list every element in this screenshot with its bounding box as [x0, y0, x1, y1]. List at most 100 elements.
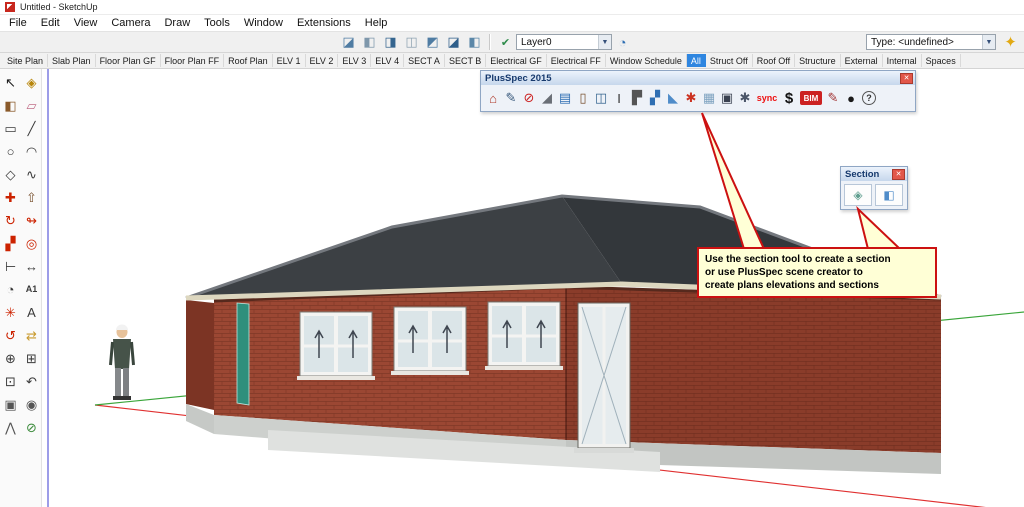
- walk-tool[interactable]: ⋀: [0, 416, 21, 439]
- house-model[interactable]: [185, 194, 942, 474]
- axes-tool[interactable]: ✳: [0, 301, 21, 324]
- circle-tool[interactable]: ○: [0, 140, 21, 163]
- zoom-extents-tool[interactable]: ⊡: [0, 370, 21, 393]
- layer-combo[interactable]: Layer0 ▼: [516, 34, 612, 50]
- scene-tab-spaces[interactable]: Spaces: [922, 54, 961, 67]
- scene-tab-struct-off[interactable]: Struct Off: [706, 54, 753, 67]
- zoom-tool[interactable]: ⊕: [0, 347, 21, 370]
- paint-bucket-tool[interactable]: ◧: [0, 94, 21, 117]
- plusspec-wall-tool-icon[interactable]: ▛: [628, 87, 646, 109]
- scene-tab-site-plan[interactable]: Site Plan: [3, 54, 49, 67]
- rectangle-tool[interactable]: ▭: [0, 117, 21, 140]
- menu-tools[interactable]: Tools: [197, 17, 237, 29]
- scene-tab-floor-plan-gf[interactable]: Floor Plan GF: [96, 54, 161, 67]
- section-plane-tool[interactable]: ⊘: [21, 416, 42, 439]
- plusspec-cost-dollar-icon[interactable]: $: [780, 87, 798, 109]
- plusspec-spec-document-icon[interactable]: ✎: [502, 87, 520, 109]
- zoom-window-tool[interactable]: ⊞: [21, 347, 42, 370]
- plusspec-structure-box-icon[interactable]: ▣: [718, 87, 736, 109]
- scene-tab-sect-b[interactable]: SECT B: [445, 54, 487, 67]
- menu-edit[interactable]: Edit: [34, 17, 67, 29]
- scene-tab-elv-2[interactable]: ELV 2: [306, 54, 339, 67]
- menu-file[interactable]: File: [2, 17, 34, 29]
- scene-tab-electrical-gf[interactable]: Electrical GF: [486, 54, 547, 67]
- line-tool[interactable]: ╱: [21, 117, 42, 140]
- plusspec-ramp-tool-icon[interactable]: ◣: [664, 87, 682, 109]
- menu-extensions[interactable]: Extensions: [290, 17, 358, 29]
- plusspec-annotate-pencil-icon[interactable]: ✎: [824, 87, 842, 109]
- position-camera-tool[interactable]: ▣: [0, 393, 21, 416]
- select-tool[interactable]: ↖: [0, 71, 21, 94]
- offset-tool[interactable]: ◎: [21, 232, 42, 255]
- scene-tab-structure[interactable]: Structure: [795, 54, 841, 67]
- look-around-tool[interactable]: ◉: [21, 393, 42, 416]
- freehand-tool[interactable]: ∿: [21, 163, 42, 186]
- plusspec-roof-tool-icon[interactable]: ◢: [538, 87, 556, 109]
- plusspec-grid-icon[interactable]: ▦: [700, 87, 718, 109]
- scene-tab-all[interactable]: All: [686, 54, 706, 67]
- make-component-tool[interactable]: ◈: [21, 71, 42, 94]
- scene-tab-roof-off[interactable]: Roof Off: [753, 54, 796, 67]
- section-plane-tool-icon[interactable]: ◈: [844, 184, 872, 206]
- 3d-text-tool[interactable]: A: [21, 301, 42, 324]
- dimension-tool[interactable]: ↔: [21, 255, 42, 278]
- plusspec-titlebar[interactable]: PlusSpec 2015 ✕: [481, 71, 915, 85]
- menu-help[interactable]: Help: [358, 17, 395, 29]
- chevron-down-icon[interactable]: ▼: [598, 35, 611, 49]
- section-display-toggle-icon[interactable]: ◧: [875, 184, 903, 206]
- close-icon[interactable]: ✕: [892, 168, 905, 180]
- standard-view-icon-7[interactable]: ◧: [464, 33, 485, 51]
- scene-tab-internal[interactable]: Internal: [883, 54, 922, 67]
- follow-me-tool[interactable]: ↬: [21, 209, 42, 232]
- menu-camera[interactable]: Camera: [104, 17, 157, 29]
- plusspec-estimate-truck-icon[interactable]: ⌂: [484, 87, 502, 109]
- plusspec-stairs-tool-icon[interactable]: ▞: [646, 87, 664, 109]
- scene-tab-external[interactable]: External: [841, 54, 883, 67]
- standard-view-icon-4[interactable]: ◫: [401, 33, 422, 51]
- dynamic-component-icon[interactable]: ✦: [1000, 33, 1021, 51]
- plusspec-window-tool-icon[interactable]: ◫: [592, 87, 610, 109]
- plusspec-render-sphere-icon[interactable]: ●: [842, 87, 860, 109]
- standard-view-icon-6[interactable]: ◪: [443, 33, 464, 51]
- protractor-tool[interactable]: ◔: [0, 278, 21, 301]
- scene-tab-elv-1[interactable]: ELV 1: [273, 54, 306, 67]
- scene-tab-slab-plan[interactable]: Slab Plan: [48, 54, 96, 67]
- plusspec-ledger-icon[interactable]: ▤: [556, 87, 574, 109]
- standard-view-icon-1[interactable]: ◪: [338, 33, 359, 51]
- plusspec-scene-creator-icon[interactable]: ✱: [682, 87, 700, 109]
- standard-view-icon-5[interactable]: ◩: [422, 33, 443, 51]
- plusspec-sync-label[interactable]: sync: [754, 87, 780, 109]
- layer-manager-icon[interactable]: ◔: [612, 33, 633, 51]
- menu-draw[interactable]: Draw: [157, 17, 197, 29]
- close-icon[interactable]: ✕: [900, 72, 913, 84]
- scene-tab-elv-4[interactable]: ELV 4: [371, 54, 405, 67]
- layer-visibility-check-icon[interactable]: ✔: [495, 33, 516, 51]
- section-titlebar[interactable]: Section ✕: [841, 167, 907, 181]
- scene-tab-roof-plan[interactable]: Roof Plan: [224, 54, 273, 67]
- person-figure[interactable]: [109, 324, 135, 401]
- eraser-tool[interactable]: ▱: [21, 94, 42, 117]
- type-combo[interactable]: Type: <undefined> ▼: [866, 34, 996, 50]
- polygon-tool[interactable]: ◇: [0, 163, 21, 186]
- plusspec-bim-icon[interactable]: BIM: [800, 91, 822, 105]
- menu-view[interactable]: View: [67, 17, 105, 29]
- scene-tab-floor-plan-ff[interactable]: Floor Plan FF: [161, 54, 225, 67]
- scene-tab-window-schedule[interactable]: Window Schedule: [606, 54, 687, 67]
- scene-tab-elv-3[interactable]: ELV 3: [338, 54, 372, 67]
- viewport-canvas[interactable]: PlusSpec 2015 ✕ ⌂ ✎ ⊘ ◢ ▤ ▯ ◫ I ▛ ▞ ◣ ✱ ▦ ▣ ✱ sync $ BIM ✎…: [42, 69, 1024, 507]
- push-pull-tool[interactable]: ⇧: [21, 186, 42, 209]
- scene-tab-sect-a[interactable]: SECT A: [404, 54, 445, 67]
- plusspec-door-tool-icon[interactable]: ▯: [574, 87, 592, 109]
- tape-measure-tool[interactable]: ⊢: [0, 255, 21, 278]
- scene-tab-electrical-ff[interactable]: Electrical FF: [547, 54, 606, 67]
- scale-tool[interactable]: ▞: [0, 232, 21, 255]
- menu-window[interactable]: Window: [237, 17, 290, 29]
- plusspec-settings-gear-icon[interactable]: ✱: [736, 87, 754, 109]
- move-tool[interactable]: ✚: [0, 186, 21, 209]
- standard-view-icon-2[interactable]: ◧: [359, 33, 380, 51]
- standard-view-icon-3[interactable]: ◨: [380, 33, 401, 51]
- arc-tool[interactable]: ◠: [21, 140, 42, 163]
- chevron-down-icon[interactable]: ▼: [982, 35, 995, 49]
- plusspec-help-icon[interactable]: ?: [862, 91, 876, 105]
- text-tool[interactable]: A1: [21, 278, 42, 301]
